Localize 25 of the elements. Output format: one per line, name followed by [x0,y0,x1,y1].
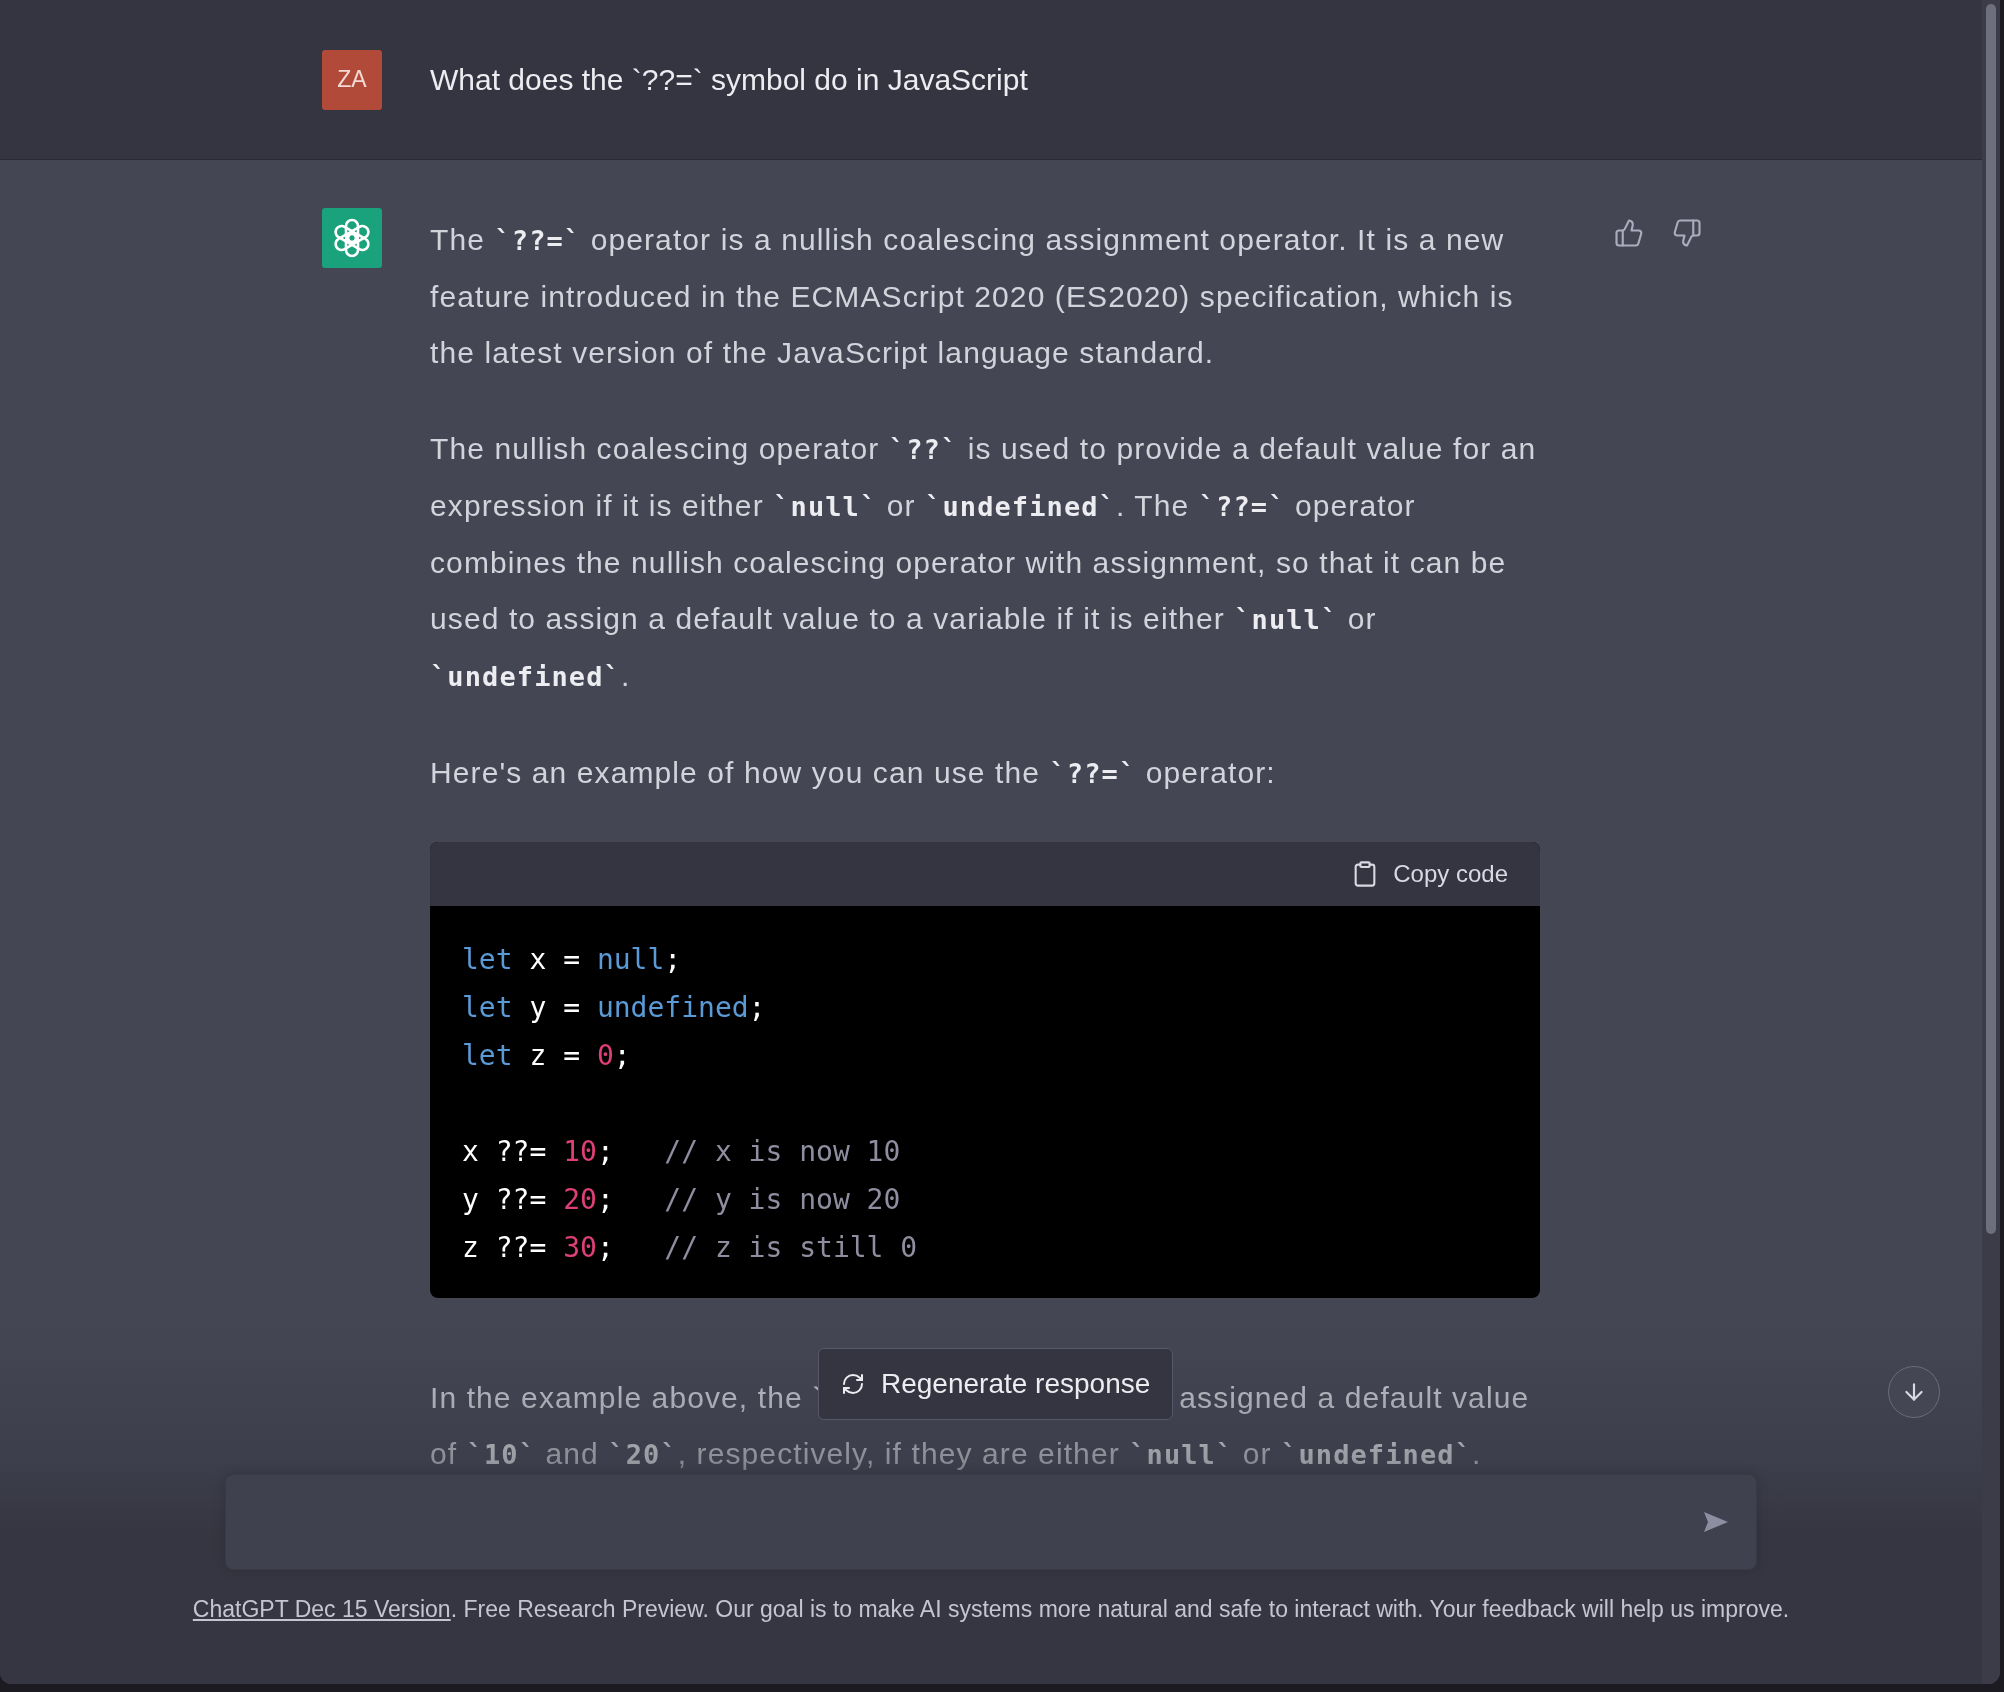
user-avatar: ZA [322,49,382,110]
code-line: let z = 0; [462,1038,632,1074]
answer-paragraph: The nullish coalescing operator `??` is used to provide a default value for an expression if it is either `null` or `undefined`. The `??=` operator combines the nullish coalescing operator with assignment, so that it can be used to assign a default value to a variable if it is either `null` or `undefined`. [430,431,1538,694]
refresh-icon [841,1372,865,1396]
code-line: let y = undefined; [462,990,767,1026]
thumbs-up-icon[interactable] [1614,218,1644,248]
answer-paragraph: The `??=` operator is a nullish coalescing assignment operator. It is a new feature introduced in the ECMAScript 2020 (ES2020) specification, which is the latest version of the JavaScript language standard. [430,222,1515,371]
send-icon[interactable] [1702,1510,1730,1534]
chatbot-logo-icon [322,208,382,268]
version-link[interactable]: ChatGPT Dec 15 Version [192,1596,451,1622]
code-line: let x = null; [462,942,683,978]
message-input-field[interactable] [225,1474,1757,1570]
answer-paragraph: of `10` and `20`, respectively, if they are either `null` or `undefined`. [430,1436,1482,1472]
footer-text: ChatGPT Dec 15 Version. Free Research Preview. Our goal is to make AI systems more natural and safe to interact with. Your feedback will help us improve. [192,1596,1790,1623]
thumbs-down-icon[interactable] [1672,218,1702,248]
code-line: z ??= 30; // z is still 0 [462,1230,919,1266]
copy-code-button[interactable]: Copy code [1351,860,1508,888]
scroll-down-button[interactable] [1888,1366,1940,1418]
answer-paragraph: Here's an example of how you can use the `??=` operator: [430,755,1277,791]
code-line: y ??= 20; // y is now 20 [462,1182,902,1218]
scrollbar[interactable] [1982,0,2000,1684]
answer-paragraph: assigned a default value [1179,1380,1530,1416]
regenerate-button[interactable]: Regenerate response [818,1348,1174,1420]
question-text: What does the `??=` symbol do in JavaScript [430,62,1028,97]
code-line: x ??= 10; // x is now 10 [462,1134,902,1170]
